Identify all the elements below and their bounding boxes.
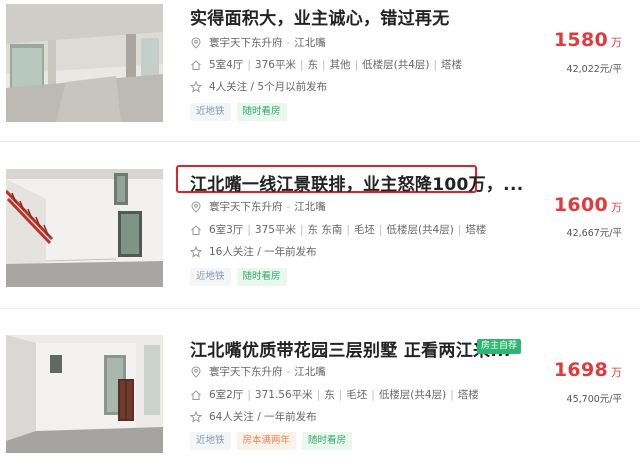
price-number: 1698 <box>553 359 608 381</box>
district-link[interactable]: 江北嘴 <box>294 364 326 379</box>
listing-info-row: 6室2厅 | 371.56平米 | 东 | 毛坯 | 低楼层(共4层) | 塔楼 <box>190 387 479 402</box>
tag-near-subway: 近地铁 <box>190 432 231 450</box>
tag-deed-two-years: 房本满两年 <box>236 432 297 450</box>
unit-price: 45,700元/平 <box>566 394 622 405</box>
info-building-type: 塔楼 <box>457 389 479 401</box>
info-separator: | <box>316 388 321 401</box>
house-icon <box>190 389 202 401</box>
community-link[interactable]: 寰宇天下东升府 <box>209 364 283 379</box>
star-icon <box>190 410 202 423</box>
follow-text: 64人关注 / 一年前发布 <box>209 411 317 423</box>
info-orientation: 东 <box>324 389 335 401</box>
listing-card[interactable]: 江北嘴优质带花园三层别墅 正看两江来... 房主自荐 寰宇天下东升府 - 江北嘴… <box>0 0 640 459</box>
listing-follow-row: 64人关注 / 一年前发布 <box>190 409 317 424</box>
info-separator: | <box>338 388 343 401</box>
info-separator: | <box>371 388 375 401</box>
separator-dash: - <box>286 365 291 378</box>
total-price: 1698 万 <box>554 359 622 381</box>
listing-photo-image <box>6 335 163 453</box>
tag-view-anytime: 随时看房 <box>302 432 353 450</box>
info-floor: 低楼层(共4层) <box>378 389 447 401</box>
info-layout: 6室2厅 <box>209 389 244 401</box>
listing-title[interactable]: 江北嘴优质带花园三层别墅 正看两江来... <box>190 336 511 361</box>
price-unit: 万 <box>611 366 622 379</box>
listing-photo[interactable] <box>6 335 163 453</box>
info-decoration: 毛坯 <box>346 389 368 401</box>
owner-recommended-badge: 房主自荐 <box>477 339 522 354</box>
listing-tags: 近地铁 房本满两年 随时看房 <box>190 432 353 450</box>
info-separator: | <box>450 388 454 401</box>
listing-location-row: 寰宇天下东升府 - 江北嘴 <box>190 364 326 379</box>
location-pin-icon <box>190 365 202 378</box>
info-separator: | <box>247 388 251 401</box>
info-area: 371.56平米 <box>254 389 313 401</box>
